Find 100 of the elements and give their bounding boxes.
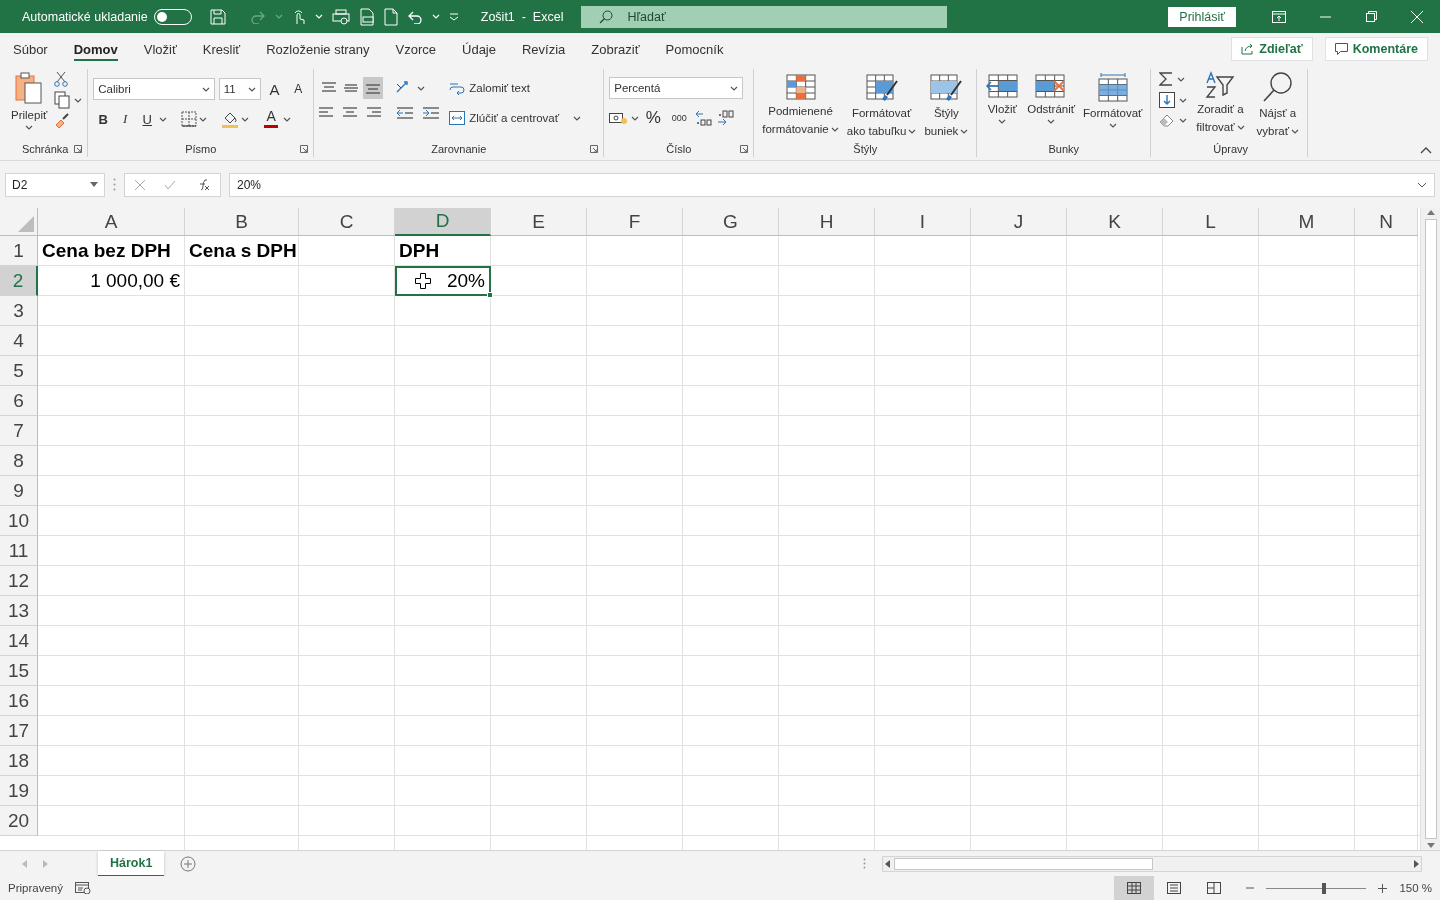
align-icon[interactable]: [343, 107, 358, 119]
column-header[interactable]: N: [1355, 208, 1418, 236]
ribbon-button[interactable]: Štýly buniek: [921, 71, 972, 141]
column-header[interactable]: H: [779, 208, 875, 236]
formula-field[interactable]: 20%: [229, 172, 1435, 197]
bold-button[interactable]: B: [93, 108, 114, 130]
ribbon-button[interactable]: Zoradiť a filtrovať: [1193, 69, 1248, 141]
close-icon[interactable]: [1411, 10, 1423, 23]
accounting-format-icon[interactable]: [609, 111, 628, 125]
search-field[interactable]: Hľadať: [581, 5, 948, 28]
column-header[interactable]: I: [875, 208, 971, 236]
font-name-field[interactable]: Calibri: [93, 78, 215, 100]
font-size-field[interactable]: 11: [218, 78, 261, 100]
grow-font-button[interactable]: A: [264, 78, 285, 100]
collapse-ribbon-icon[interactable]: [1420, 146, 1432, 154]
check-icon[interactable]: [164, 179, 177, 190]
print-icon[interactable]: [358, 7, 375, 26]
name-box[interactable]: D2: [5, 172, 105, 197]
row-header[interactable]: 20: [0, 806, 38, 836]
dialog-launcher-icon[interactable]: [300, 145, 309, 153]
add-sheet-icon[interactable]: [180, 855, 197, 872]
autosum-icon[interactable]: [1159, 71, 1174, 87]
sheet-tab[interactable]: Hárok1: [98, 850, 165, 877]
shrink-font-button[interactable]: A: [288, 78, 309, 100]
table-cell[interactable]: Cena s DPH: [185, 236, 299, 266]
copy-icon[interactable]: [54, 91, 71, 109]
column-header[interactable]: C: [299, 208, 395, 236]
decrease-indent-icon[interactable]: [397, 107, 414, 119]
row-header[interactable]: 18: [0, 746, 38, 776]
row-header[interactable]: 15: [0, 656, 38, 686]
column-header[interactable]: L: [1163, 208, 1259, 236]
cut-icon[interactable]: [54, 71, 69, 87]
menu-tab[interactable]: Revízia: [509, 33, 579, 65]
share-button[interactable]: Zdieľať: [1231, 37, 1313, 61]
ribbon-button[interactable]: Odstrániť: [1024, 71, 1079, 141]
row-header[interactable]: 4: [0, 326, 38, 356]
view-button[interactable]: [1114, 876, 1155, 900]
decrease-decimal-icon[interactable]: [717, 110, 736, 126]
row-header[interactable]: 19: [0, 776, 38, 806]
row-header[interactable]: 17: [0, 716, 38, 746]
menu-tab[interactable]: Údaje: [449, 33, 509, 65]
row-header[interactable]: 16: [0, 686, 38, 716]
column-header[interactable]: F: [587, 208, 683, 236]
dialog-launcher-icon[interactable]: [740, 145, 749, 153]
eraser-icon[interactable]: [1159, 113, 1176, 127]
column-header[interactable]: K: [1067, 208, 1163, 236]
row-header[interactable]: 2: [0, 266, 38, 296]
row-header[interactable]: 7: [0, 416, 38, 446]
table-cell[interactable]: Cena bez DPH: [38, 236, 185, 266]
increase-indent-icon[interactable]: [423, 107, 440, 119]
row-header[interactable]: 13: [0, 596, 38, 626]
zoom-level[interactable]: 150 %: [1399, 882, 1432, 894]
row-header[interactable]: 10: [0, 506, 38, 536]
menu-tab[interactable]: Pomocník: [652, 33, 737, 65]
row-header[interactable]: 11: [0, 536, 38, 566]
print-preview-icon[interactable]: [331, 8, 350, 25]
ribbon-display-icon[interactable]: [1272, 10, 1286, 23]
font-color-button[interactable]: A: [261, 108, 282, 130]
align-icon[interactable]: [367, 107, 382, 119]
menu-tab[interactable]: Vzorce: [382, 33, 449, 65]
ribbon-button[interactable]: Nájsť a vybrať: [1253, 69, 1302, 141]
menu-tab[interactable]: Vložiť: [130, 33, 190, 65]
align-icon[interactable]: [319, 107, 334, 119]
macro-icon[interactable]: [74, 882, 91, 894]
italic-button[interactable]: I: [115, 108, 136, 130]
zoom-thumb[interactable]: [1322, 882, 1327, 894]
restore-icon[interactable]: [1365, 11, 1377, 22]
row-header[interactable]: 9: [0, 476, 38, 506]
row-header[interactable]: 12: [0, 566, 38, 596]
row-header[interactable]: 8: [0, 446, 38, 476]
save-icon[interactable]: [209, 8, 226, 25]
menu-tab[interactable]: Rozloženie strany: [253, 33, 383, 65]
vertical-scrollbar[interactable]: [1420, 208, 1440, 850]
column-header[interactable]: J: [971, 208, 1067, 236]
row-header[interactable]: 5: [0, 356, 38, 386]
row-header[interactable]: 1: [0, 236, 38, 266]
undo-icon[interactable]: [406, 9, 423, 24]
column-header[interactable]: D: [395, 208, 491, 236]
menu-tab[interactable]: Kresliť: [189, 33, 254, 65]
ribbon-button[interactable]: Podmienené formátovanie: [759, 71, 842, 141]
ribbon-button[interactable]: Formátovať ako tabuľku: [843, 71, 920, 141]
customize-toolbar-icon[interactable]: [448, 12, 459, 21]
paintbrush-icon[interactable]: [54, 113, 71, 129]
vertical-align-button[interactable]: [363, 77, 384, 99]
column-header[interactable]: E: [491, 208, 587, 236]
underline-button[interactable]: U: [137, 108, 158, 130]
table-cell[interactable]: DPH: [395, 236, 491, 266]
fill-color-icon[interactable]: [221, 110, 240, 128]
number-format-field[interactable]: Percentá: [609, 77, 744, 99]
row-header[interactable]: 6: [0, 386, 38, 416]
dialog-launcher-icon[interactable]: [74, 145, 83, 153]
row-header[interactable]: 3: [0, 296, 38, 326]
menu-tab[interactable]: Súbor: [13, 33, 61, 65]
fill-down-icon[interactable]: [1159, 92, 1176, 108]
menu-tab[interactable]: Zobraziť: [578, 33, 653, 65]
column-header[interactable]: G: [683, 208, 779, 236]
table-cell[interactable]: 1 000,00 €: [38, 266, 185, 296]
ribbon-button[interactable]: Formátovať: [1080, 71, 1146, 141]
column-header[interactable]: A: [38, 208, 185, 236]
comments-button[interactable]: Komentáre: [1324, 37, 1428, 61]
